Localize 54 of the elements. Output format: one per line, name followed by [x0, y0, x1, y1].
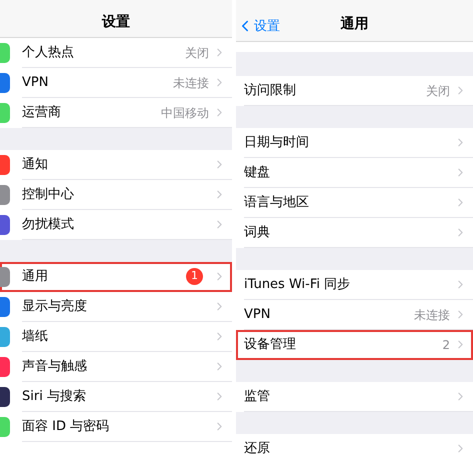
settings-row[interactable]: 个人热点 关闭: [0, 38, 232, 68]
page-title: 设置: [102, 13, 130, 32]
settings-row[interactable]: Siri 与搜索: [0, 382, 232, 412]
settings-row[interactable]: 日期与时间: [236, 128, 473, 158]
settings-row[interactable]: 监管: [236, 382, 473, 412]
settings-row[interactable]: 声音与触感: [0, 352, 232, 382]
row-label: 运营商: [22, 104, 61, 122]
row-value: 关闭: [185, 44, 209, 62]
row-label: 墙纸: [22, 328, 48, 346]
settings-row[interactable]: 显示与亮度: [0, 292, 232, 322]
settings-row[interactable]: 访问限制 关闭: [236, 76, 473, 106]
row-label: 通用: [22, 268, 48, 286]
back-button[interactable]: 设置: [236, 16, 280, 36]
settings-row[interactable]: iTunes Wi-Fi 同步: [236, 270, 473, 300]
settings-row[interactable]: 语言与地区: [236, 188, 473, 218]
row-label: VPN: [22, 74, 48, 92]
row-label: 控制中心: [22, 186, 74, 204]
settings-row[interactable]: 面容 ID 与密码: [0, 412, 232, 442]
notification-badge: 1: [186, 268, 203, 285]
row-label: 词典: [244, 224, 270, 242]
settings-row[interactable]: 运营商 中国移动: [0, 98, 232, 128]
row-label: 声音与触感: [22, 358, 87, 376]
row-value: 关闭: [426, 82, 450, 100]
row-label: 设备管理: [244, 336, 296, 354]
row-label: 通知: [22, 156, 48, 174]
row-label: 监管: [244, 388, 270, 406]
page-title: 通用: [340, 15, 368, 34]
settings-row[interactable]: 通用 1: [0, 262, 232, 292]
row-label: 勿扰模式: [22, 216, 74, 234]
row-label: 显示与亮度: [22, 298, 87, 316]
settings-row[interactable]: 设备管理 2: [236, 330, 473, 360]
row-label: 日期与时间: [244, 134, 309, 152]
settings-row[interactable]: VPN 未连接: [236, 300, 473, 330]
row-label: 语言与地区: [244, 194, 309, 212]
settings-row[interactable]: 控制中心: [0, 180, 232, 210]
row-value: 中国移动: [161, 104, 209, 122]
settings-row[interactable]: 墙纸: [0, 322, 232, 352]
row-label: 面容 ID 与密码: [22, 418, 110, 436]
settings-row[interactable]: VPN 未连接: [0, 68, 232, 98]
row-value: 2: [442, 336, 450, 354]
settings-row[interactable]: 词典: [236, 218, 473, 248]
row-label: 键盘: [244, 164, 270, 182]
row-label: 个人热点: [22, 44, 74, 62]
row-label: VPN: [244, 306, 270, 324]
settings-row[interactable]: 键盘: [236, 158, 473, 188]
row-value: 未连接: [173, 74, 209, 92]
row-label: 还原: [244, 440, 270, 457]
row-label: 访问限制: [244, 82, 296, 100]
row-label: Siri 与搜索: [22, 388, 86, 406]
row-value: 未连接: [414, 306, 450, 324]
row-label: iTunes Wi-Fi 同步: [244, 276, 350, 294]
settings-row[interactable]: 还原: [236, 434, 473, 457]
settings-row[interactable]: 勿扰模式: [0, 210, 232, 240]
settings-row[interactable]: 通知: [0, 150, 232, 180]
